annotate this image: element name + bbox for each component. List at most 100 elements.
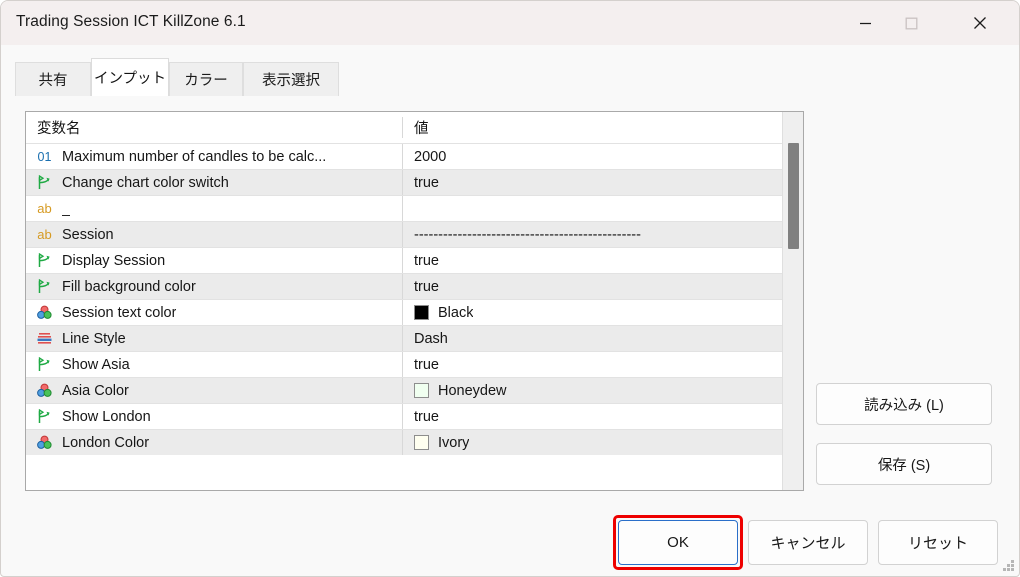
table-row[interactable]: Show Asia true [26,351,782,377]
parameter-name-label: Display Session [62,252,166,269]
parameter-value-label: Dash [414,330,448,347]
table-header-row: 変数名 値 [26,112,782,143]
table-row[interactable]: Session text color Black [26,299,782,325]
save-button[interactable]: 保存 (S) [816,443,992,485]
parameter-value-cell[interactable]: true [402,274,782,299]
parameter-name-cell[interactable]: 01 Maximum number of candles to be calc..… [26,148,402,165]
parameter-name-cell[interactable]: Asia Color [26,382,402,399]
tab-display-selection[interactable]: 表示選択 [243,62,339,96]
parameter-name-label: Change chart color switch [62,174,229,191]
boolean-icon [35,278,54,295]
table-scroll-area: 変数名 値 01 Maximum number of candles to be … [26,112,782,490]
parameter-value-label: true [414,278,439,295]
parameter-name-label: London Color [62,434,150,451]
scrollbar-thumb[interactable] [788,143,799,249]
title-bar: Trading Session ICT KillZone 6.1 [1,1,1019,45]
parameter-value-cell[interactable]: Dash [402,326,782,351]
parameter-name-cell[interactable]: ab Session [26,226,402,243]
parameter-name-cell[interactable]: Display Session [26,252,402,269]
parameter-value-cell[interactable]: 2000 [402,144,782,169]
boolean-icon [35,356,54,373]
load-button[interactable]: 読み込み (L) [816,383,992,425]
maximize-icon [905,17,917,29]
parameter-value-label: ----------------------------------------… [414,226,641,243]
parameter-value-label: Ivory [438,434,470,451]
parameter-name-cell[interactable]: Fill background color [26,278,402,295]
parameter-name-cell[interactable]: Show London [26,408,402,425]
parameter-value-label: Honeydew [438,382,507,399]
integer-icon: 01 [37,149,52,164]
color-icon [35,382,54,399]
resize-grip[interactable] [1002,559,1015,572]
color-swatch [414,435,429,450]
parameter-name-label: Show Asia [62,356,130,373]
table-row[interactable]: Change chart color switch true [26,169,782,195]
tab-colors[interactable]: カラー [169,62,243,96]
window-title: Trading Session ICT KillZone 6.1 [16,13,246,30]
parameter-name-label: Session [62,226,114,243]
parameter-value-cell[interactable] [402,196,782,221]
parameter-value-label: true [414,408,439,425]
color-swatch [414,305,429,320]
boolean-icon [35,408,54,425]
ok-button[interactable]: OK [618,520,738,565]
parameter-name-cell[interactable]: Line Style [26,330,402,347]
parameters-table: 変数名 値 01 Maximum number of candles to be … [25,111,804,491]
boolean-icon [35,174,54,191]
parameter-name-cell[interactable]: Session text color [26,304,402,321]
table-scrollbar[interactable] [782,112,803,490]
dialog-window: Trading Session ICT KillZone 6.1 共有 インプッ… [0,0,1020,577]
parameter-name-label: _ [62,200,71,217]
parameter-value-label: true [414,174,439,191]
parameter-value-cell[interactable]: true [402,248,782,273]
color-icon [35,304,54,321]
minimize-button[interactable] [842,1,888,45]
parameter-value-label: true [414,252,439,269]
table-row[interactable]: Line Style Dash [26,325,782,351]
parameter-value-label: Black [438,304,474,321]
parameter-name-label: Show London [62,408,151,425]
linestyle-icon [35,330,54,347]
parameter-name-cell[interactable]: Show Asia [26,356,402,373]
close-button[interactable] [957,1,1003,45]
table-row[interactable]: Show London true [26,403,782,429]
parameter-value-label: true [414,356,439,373]
table-row[interactable]: London Color Ivory [26,429,782,455]
color-swatch [414,383,429,398]
parameter-value-cell[interactable]: Ivory [402,430,782,455]
parameter-name-cell[interactable]: London Color [26,434,402,451]
boolean-icon [35,252,54,269]
color-icon [35,434,54,451]
table-row[interactable]: Display Session true [26,247,782,273]
table-row[interactable]: Asia Color Honeydew [26,377,782,403]
table-row[interactable]: 01 Maximum number of candles to be calc..… [26,143,782,169]
parameter-value-label: 2000 [414,148,447,165]
parameter-value-cell[interactable]: Honeydew [402,378,782,403]
parameter-value-cell[interactable]: true [402,170,782,195]
parameter-name-label: Asia Color [62,382,129,399]
parameter-value-cell[interactable]: true [402,352,782,377]
string-icon: ab [37,201,52,216]
parameter-name-label: Maximum number of candles to be calc... [62,148,327,165]
minimize-icon [859,22,871,24]
parameter-name-cell[interactable]: Change chart color switch [26,174,402,191]
parameter-name-cell[interactable]: ab _ [26,200,402,217]
parameter-value-cell[interactable]: Black [402,300,782,325]
parameter-name-label: Session text color [62,304,177,321]
reset-button[interactable]: リセット [878,520,998,565]
parameter-name-label: Fill background color [62,278,196,295]
tab-inputs[interactable]: インプット [91,58,169,96]
table-row[interactable]: ab _ [26,195,782,221]
string-icon: ab [37,227,52,242]
tab-shared[interactable]: 共有 [15,62,91,96]
tab-strip: 共有 インプット カラー 表示選択 [15,58,339,96]
table-row[interactable]: Fill background color true [26,273,782,299]
cancel-button[interactable]: キャンセル [748,520,868,565]
column-header-name[interactable]: 変数名 [26,117,402,138]
parameter-value-cell[interactable]: ----------------------------------------… [402,222,782,247]
close-icon [974,17,986,29]
column-header-value[interactable]: 値 [402,117,782,138]
table-row[interactable]: ab Session -------------------------------… [26,221,782,247]
maximize-button[interactable] [888,1,934,45]
parameter-value-cell[interactable]: true [402,404,782,429]
